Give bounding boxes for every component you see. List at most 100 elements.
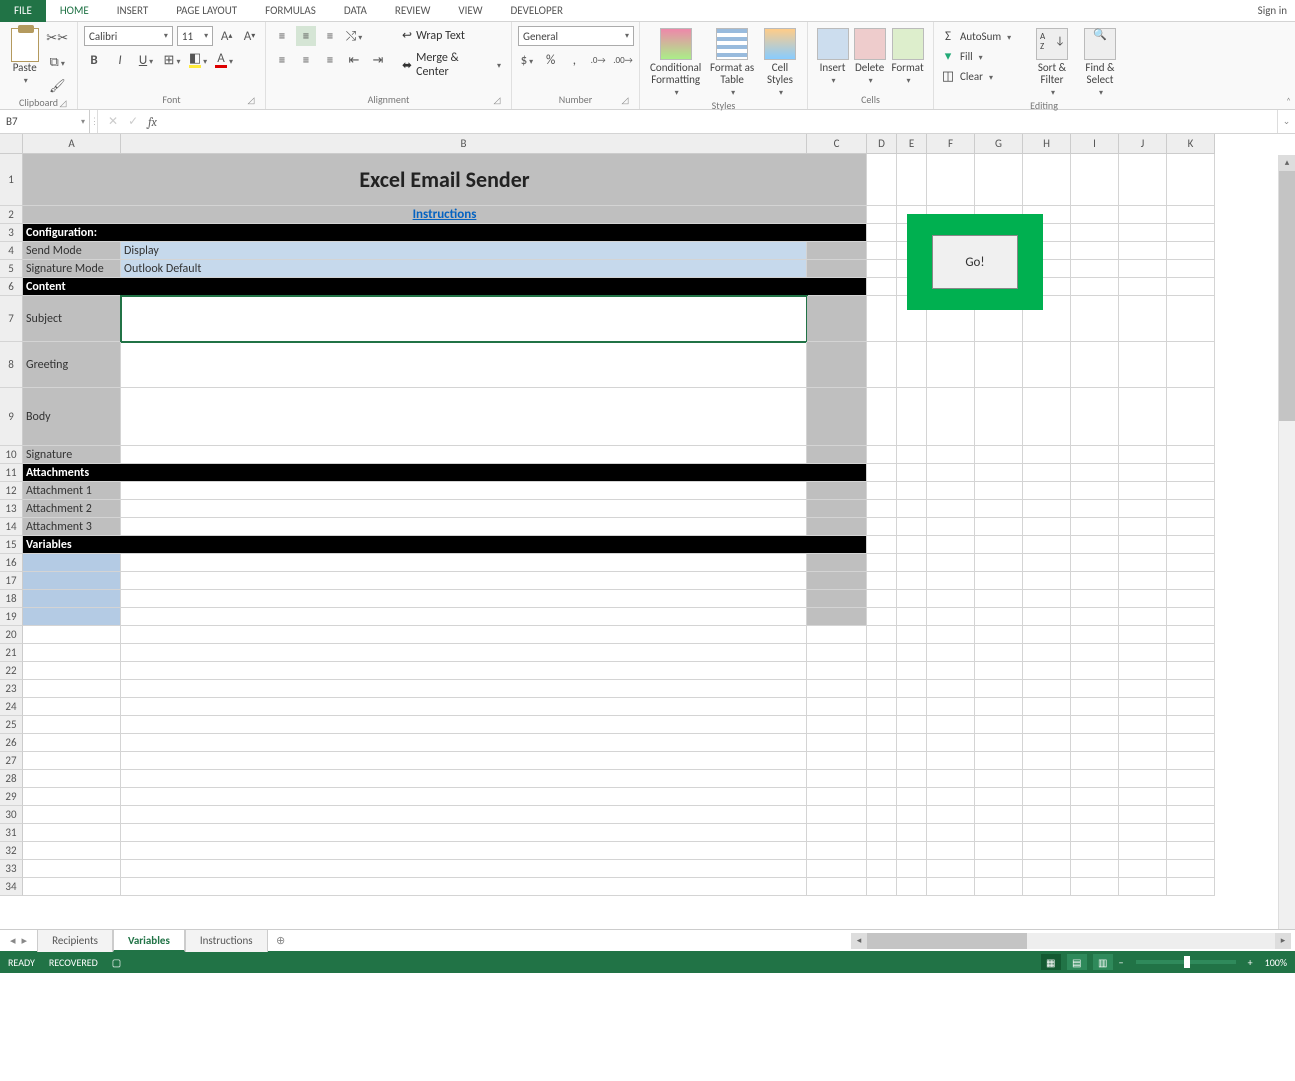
cell-D15[interactable] — [867, 536, 897, 554]
cell-H9[interactable] — [1023, 388, 1071, 446]
sheet-nav-next-icon[interactable]: ▸ — [22, 934, 28, 947]
cell-A2[interactable]: Instructions — [23, 206, 867, 224]
cell-A24[interactable] — [23, 698, 121, 716]
cell-H11[interactable] — [1023, 464, 1071, 482]
cell-A7[interactable]: Subject — [23, 296, 121, 342]
cell-D11[interactable] — [867, 464, 897, 482]
cell-D18[interactable] — [867, 590, 897, 608]
cell-H28[interactable] — [1023, 770, 1071, 788]
cell-D4[interactable] — [867, 242, 897, 260]
cell-H15[interactable] — [1023, 536, 1071, 554]
cell-F29[interactable] — [927, 788, 975, 806]
cell-G21[interactable] — [975, 644, 1023, 662]
cell-I8[interactable] — [1071, 342, 1119, 388]
cell-A5[interactable]: Signature Mode — [23, 260, 121, 278]
cell-G8[interactable] — [975, 342, 1023, 388]
cell-A28[interactable] — [23, 770, 121, 788]
cell-H14[interactable] — [1023, 518, 1071, 536]
colhead-A[interactable]: A — [23, 134, 121, 154]
rowhead-9[interactable]: 9 — [0, 388, 23, 446]
cell-A27[interactable] — [23, 752, 121, 770]
cell-A22[interactable] — [23, 662, 121, 680]
cell-D20[interactable] — [867, 626, 897, 644]
cell-D33[interactable] — [867, 860, 897, 878]
expand-formula-bar-icon[interactable]: ⌄ — [1277, 110, 1295, 133]
cell-H19[interactable] — [1023, 608, 1071, 626]
sheet-tab-instructions[interactable]: Instructions — [185, 930, 268, 952]
cell-E32[interactable] — [897, 842, 927, 860]
cell-I11[interactable] — [1071, 464, 1119, 482]
percent-button[interactable]: % — [542, 50, 560, 70]
cell-K24[interactable] — [1167, 698, 1215, 716]
cell-J2[interactable] — [1119, 206, 1167, 224]
page-break-view-button[interactable]: ▥ — [1093, 954, 1113, 970]
cell-B33[interactable] — [121, 860, 807, 878]
cell-J15[interactable] — [1119, 536, 1167, 554]
cell-I22[interactable] — [1071, 662, 1119, 680]
select-all-corner[interactable] — [0, 134, 23, 154]
cell-H18[interactable] — [1023, 590, 1071, 608]
cell-K31[interactable] — [1167, 824, 1215, 842]
rowhead-34[interactable]: 34 — [0, 878, 23, 896]
cell-E13[interactable] — [897, 500, 927, 518]
normal-view-button[interactable]: ▦ — [1041, 954, 1061, 970]
cell-K5[interactable] — [1167, 260, 1215, 278]
cell-F15[interactable] — [927, 536, 975, 554]
colhead-C[interactable]: C — [807, 134, 867, 154]
cell-C21[interactable] — [807, 644, 867, 662]
cell-K4[interactable] — [1167, 242, 1215, 260]
cell-D32[interactable] — [867, 842, 897, 860]
cell-H20[interactable] — [1023, 626, 1071, 644]
tab-insert[interactable]: INSERT — [103, 0, 163, 22]
cell-I14[interactable] — [1071, 518, 1119, 536]
cell-I28[interactable] — [1071, 770, 1119, 788]
cell-D30[interactable] — [867, 806, 897, 824]
cell-D27[interactable] — [867, 752, 897, 770]
cell-K19[interactable] — [1167, 608, 1215, 626]
cell-E25[interactable] — [897, 716, 927, 734]
cell-H34[interactable] — [1023, 878, 1071, 896]
cut-button[interactable]: ✂ — [47, 28, 67, 48]
cell-J31[interactable] — [1119, 824, 1167, 842]
cell-B26[interactable] — [121, 734, 807, 752]
cell-G25[interactable] — [975, 716, 1023, 734]
cell-I5[interactable] — [1071, 260, 1119, 278]
cell-J16[interactable] — [1119, 554, 1167, 572]
cell-D14[interactable] — [867, 518, 897, 536]
rowhead-16[interactable]: 16 — [0, 554, 23, 572]
cell-I10[interactable] — [1071, 446, 1119, 464]
tab-file[interactable]: FILE — [0, 0, 46, 22]
cell-K26[interactable] — [1167, 734, 1215, 752]
cell-I12[interactable] — [1071, 482, 1119, 500]
align-bottom-button[interactable]: ≡ — [320, 26, 340, 46]
rowhead-8[interactable]: 8 — [0, 342, 23, 388]
cell-B32[interactable] — [121, 842, 807, 860]
cell-E26[interactable] — [897, 734, 927, 752]
cell-J32[interactable] — [1119, 842, 1167, 860]
cell-H22[interactable] — [1023, 662, 1071, 680]
cell-K8[interactable] — [1167, 342, 1215, 388]
cell-E29[interactable] — [897, 788, 927, 806]
cell-J33[interactable] — [1119, 860, 1167, 878]
cell-C32[interactable] — [807, 842, 867, 860]
cell-C12[interactable] — [807, 482, 867, 500]
cell-G12[interactable] — [975, 482, 1023, 500]
cell-F1[interactable] — [927, 154, 975, 206]
collapse-ribbon-icon[interactable]: ˄ — [1286, 96, 1291, 107]
format-as-table-button[interactable]: Format as Table — [705, 26, 759, 99]
cell-D8[interactable] — [867, 342, 897, 388]
cell-D2[interactable] — [867, 206, 897, 224]
cell-C13[interactable] — [807, 500, 867, 518]
column-headers[interactable]: ABCDEFGHIJK — [23, 134, 1215, 154]
cell-F23[interactable] — [927, 680, 975, 698]
font-name-select[interactable]: Calibri▾ — [84, 26, 173, 46]
cell-C14[interactable] — [807, 518, 867, 536]
cell-C27[interactable] — [807, 752, 867, 770]
rowhead-13[interactable]: 13 — [0, 500, 23, 518]
delete-cells-button[interactable]: Delete — [851, 26, 888, 93]
cell-I31[interactable] — [1071, 824, 1119, 842]
cell-A16[interactable] — [23, 554, 121, 572]
cell-E24[interactable] — [897, 698, 927, 716]
cell-D6[interactable] — [867, 278, 897, 296]
cell-B30[interactable] — [121, 806, 807, 824]
